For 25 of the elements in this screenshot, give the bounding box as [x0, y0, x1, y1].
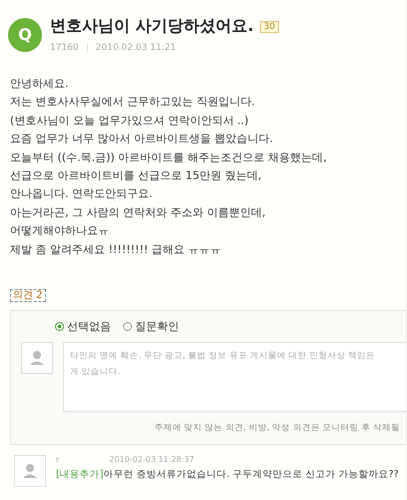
comment-date: 2010-02-03 11:28:37: [109, 455, 194, 464]
body-line: 요즘 업무가 너무 많아서 아르바이트생을 뽑았습니다.: [10, 131, 274, 148]
body-line: 아는거라곤, 그 사람의 연락처와 주소와 이름뿐인데,: [10, 204, 266, 221]
question-title: 변호사님이 사기당하셨어요.: [50, 16, 254, 37]
moderation-note: 주제에 맞지 않는 의견, 비방, 악성 의견은 모니터링 후 삭제될: [153, 422, 401, 434]
comment-text: [내용추가]아무런 증빙서류가없습니다. 구두계약만으로 신고가 가능할까요??: [56, 468, 399, 482]
radio-option[interactable]: 질문확인: [123, 319, 179, 334]
body-line: 오늘부터 ((수.목.금)) 아르바이트를 해주는조건으로 채용했는데,: [10, 150, 328, 166]
radio-option[interactable]: 선택없음: [55, 319, 111, 334]
comment-input-field[interactable]: 타인의 명예 훼손, 무단 광고, 불법 정보 유포 게시물에 대한 민형사상 책임은 게 있습니다.: [63, 342, 406, 412]
body-line: (변호사님이 오늘 업무가있으셔 연락이안되서 ..): [10, 112, 250, 129]
body-line: 안녕하세요.: [10, 76, 70, 92]
comments-heading[interactable]: 의견 2: [10, 289, 46, 302]
body-line: 안나옵니다. 연락도안되구요.: [10, 186, 154, 202]
author-name[interactable]: 17160: [50, 43, 79, 53]
body-line: 저는 변호사사무실에서 근무하고있는 직원입니다.: [10, 94, 256, 110]
body-line: 제발 좀 알려주세요 !!!!!!!!! 급해요 ㅠㅠㅠ: [10, 242, 222, 258]
body-line: 어떻게해야하나요ㅠ: [10, 223, 110, 240]
post-date: 2010.02.03 11:21: [96, 43, 176, 53]
body-line: 선급으로 아르바이트비를 선급으로 15만원 줬는데,: [10, 168, 262, 184]
avatar-icon: [14, 455, 46, 488]
question-badge: Q: [8, 18, 42, 52]
avatar-icon: [21, 342, 53, 374]
comment-author[interactable]: r: [56, 455, 60, 464]
points-badge: 30: [260, 20, 280, 32]
